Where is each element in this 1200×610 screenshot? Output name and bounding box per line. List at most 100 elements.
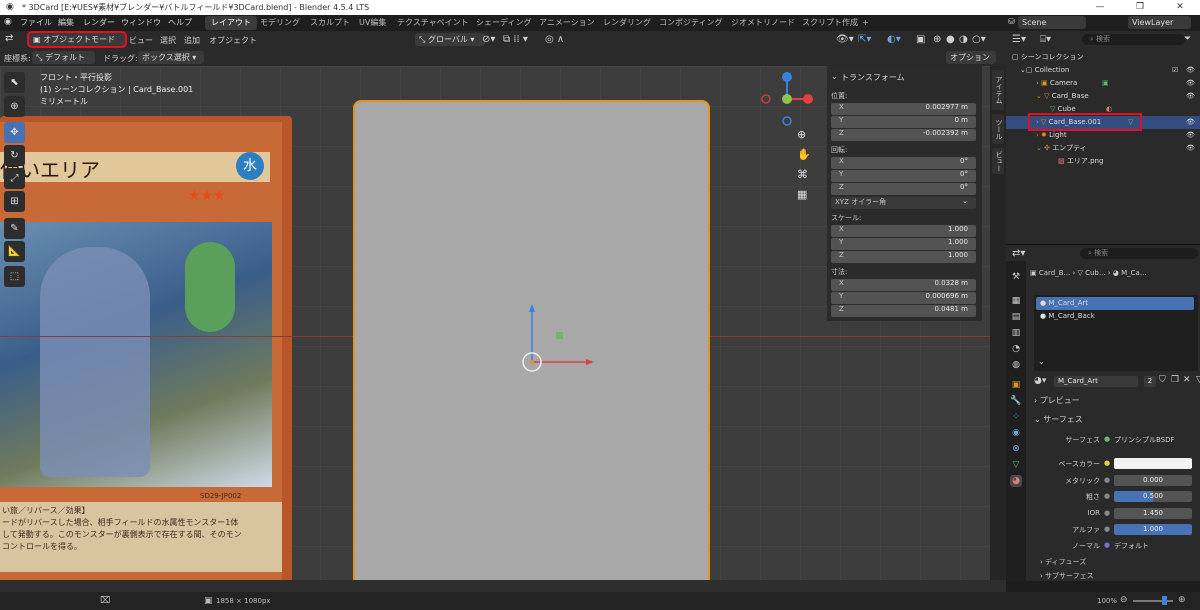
material-browse-icon[interactable]: ◕▾ (1034, 376, 1046, 386)
material-slot-back[interactable]: ● M_Card_Back (1036, 310, 1194, 323)
eye-icon[interactable]: 👁 (1186, 142, 1195, 155)
menu-edit[interactable]: 編集 (58, 17, 74, 28)
data-tab-icon[interactable]: ▽ (1010, 459, 1022, 471)
visibility-icon[interactable]: 👁▾ (836, 34, 854, 45)
location-y-field[interactable]: Y 0 m (831, 116, 976, 128)
xray-icon[interactable]: ▣ (916, 34, 925, 45)
diffuse-panel-header[interactable]: › ディフューズ (1040, 557, 1190, 569)
move-gizmo[interactable] (510, 296, 600, 376)
menu-file[interactable]: ファイル (20, 17, 52, 28)
pan-view-icon[interactable]: ✋ (797, 148, 811, 161)
menu-object[interactable]: オブジェクト (209, 35, 257, 46)
overlay-icon[interactable]: ◐▾ (887, 34, 901, 45)
material-tab-icon[interactable]: ◕ (1010, 475, 1022, 487)
transform-orientation-selector[interactable]: ⤡ グローバル ▾ (415, 33, 485, 46)
particles-tab-icon[interactable]: ⁘ (1010, 411, 1022, 423)
outliner-filter-icon[interactable]: ⏷ (1184, 34, 1191, 44)
dimension-z-field[interactable]: Z 0.0481 m (831, 305, 976, 317)
neg-x-axis-icon[interactable] (761, 94, 771, 104)
scene-tab-icon[interactable]: ◔ (1010, 343, 1022, 355)
rotation-mode-selector[interactable]: XYZ オイラー角 ⌄ (831, 197, 976, 209)
basecolor-swatch[interactable] (1114, 458, 1192, 469)
properties-type-icon[interactable]: ⇄▾ (1012, 248, 1025, 259)
outliner-row-light[interactable]: › ✹ Light 👁 (1006, 129, 1200, 142)
tab-rendering[interactable]: レンダリング (597, 16, 657, 30)
shading-wireframe-icon[interactable]: ⊕ (933, 34, 941, 45)
outliner-row-image[interactable]: ▨ エリア.png (1006, 155, 1200, 168)
eye-icon[interactable]: 👁 (1186, 90, 1195, 103)
rotation-z-field[interactable]: Z 0° (831, 183, 976, 195)
constraints-tab-icon[interactable]: ⊗ (1010, 443, 1022, 455)
close-button[interactable]: ✕ (1160, 0, 1200, 15)
move-tool-icon[interactable]: ✥ (4, 122, 25, 143)
modifier-tab-icon[interactable]: 🔧 (1010, 395, 1022, 407)
xz-plane-handle[interactable] (556, 332, 563, 339)
minimize-button[interactable]: — (1080, 0, 1120, 15)
tab-compositing[interactable]: コンポジティング (653, 16, 729, 30)
tab-geometry-nodes[interactable]: ジオメトリノード (725, 16, 801, 30)
menu-select[interactable]: 選択 (160, 35, 176, 46)
alpha-field[interactable]: 1.000 (1114, 524, 1192, 535)
view-layer-tab-icon[interactable]: ▥ (1010, 327, 1022, 339)
tab-animation[interactable]: アニメーション (533, 16, 601, 30)
measure-tool-icon[interactable]: 📐 (4, 241, 25, 262)
roughness-field[interactable]: 0.500 (1114, 491, 1192, 502)
rotation-x-field[interactable]: X 0° (831, 157, 976, 169)
eye-icon[interactable]: 👁 (1186, 77, 1195, 90)
editor-type-icon[interactable]: ⇄ (5, 33, 13, 44)
zoom-out-icon[interactable]: ⊖ (1120, 595, 1128, 605)
unlink-icon[interactable]: ✕ (1183, 375, 1191, 385)
coord-selector[interactable]: ⤡ デフォルト ▾ (32, 51, 95, 75)
surface-panel-header[interactable]: ⌄ サーフェス (1034, 414, 1198, 428)
eye-icon[interactable]: 👁 (1186, 64, 1195, 77)
menu-view[interactable]: ビュー (129, 35, 153, 46)
tab-view[interactable]: ビュー (992, 148, 1004, 174)
material-users-count[interactable]: 2 (1144, 376, 1156, 387)
neg-z-axis-icon[interactable] (782, 116, 792, 126)
material-name-field[interactable]: M_Card_Art (1054, 376, 1138, 387)
viewlayer-selector[interactable]: ViewLayer (1128, 16, 1191, 29)
proportional-edit-icon[interactable]: ◎ ∧ (545, 34, 564, 45)
pivot-icon[interactable]: ⊘▾ (482, 34, 495, 45)
checkbox-icon[interactable]: ☑ (1172, 64, 1178, 77)
tab-sculpt[interactable]: スカルプト (304, 16, 356, 30)
navigation-gizmo[interactable] (758, 71, 818, 131)
outliner-row-scene-collection[interactable]: ▢ シーンコレクション (1006, 51, 1200, 64)
filter-icon[interactable]: ⌸▾ (1040, 34, 1051, 45)
gizmo-icon[interactable]: ⇱▾ (858, 34, 871, 45)
zoom-slider[interactable] (1133, 600, 1173, 602)
x-axis-icon[interactable] (803, 94, 813, 104)
tab-modeling[interactable]: モデリング (254, 16, 306, 30)
tab-tool[interactable]: ツール (992, 114, 1004, 144)
slot-list-handle-icon[interactable]: ⌄ (1038, 357, 1045, 366)
zoom-slider-handle[interactable] (1162, 596, 1167, 605)
tab-uv-editing[interactable]: UV編集 (353, 16, 392, 30)
tab-texture-paint[interactable]: テクスチャペイント (391, 16, 475, 30)
material-slot-art[interactable]: ● M_Card_Art (1036, 297, 1194, 310)
add-cube-tool-icon[interactable]: ⬚ (4, 266, 25, 287)
tab-shading[interactable]: シェーディング (470, 16, 537, 30)
z-arrowhead-icon[interactable] (529, 304, 535, 312)
scene-selector[interactable]: Scene (1018, 16, 1086, 29)
menu-add[interactable]: 追加 (184, 35, 200, 46)
rotate-tool-icon[interactable]: ↻ (4, 145, 25, 166)
mode-selector[interactable]: ▣ オブジェクトモード ▾ (27, 31, 127, 57)
outliner-row-empty[interactable]: ⌄ ✣ エンプティ 👁 (1006, 142, 1200, 155)
zoom-in-icon[interactable]: ⊕ (1178, 595, 1186, 605)
physics-tab-icon[interactable]: ◉ (1010, 427, 1022, 439)
menu-render[interactable]: レンダー (83, 17, 115, 28)
menu-help[interactable]: ヘルプ (168, 17, 192, 28)
grid-view-icon[interactable]: ▦ (797, 188, 807, 201)
3d-viewport[interactable]: 使いエリア 水 ★★★ SD29-JP002 い旅／リバース／効果】 ードがリバ… (0, 66, 990, 580)
scale-z-field[interactable]: Z 1.000 (831, 251, 976, 263)
annotate-tool-icon[interactable]: ✎ (4, 218, 25, 239)
dimension-x-field[interactable]: X 0.0328 m (831, 279, 976, 291)
outliner-row-camera[interactable]: › ▣ Camera ▣ 👁 (1006, 77, 1200, 90)
y-axis-icon[interactable] (782, 94, 792, 104)
scale-x-field[interactable]: X 1.000 (831, 225, 976, 237)
cursor-tool-icon[interactable]: ⊕ (4, 96, 25, 117)
output-tab-icon[interactable]: ▤ (1010, 311, 1022, 323)
metallic-field[interactable]: 0.000 (1114, 475, 1192, 486)
camera-view-icon[interactable]: ⌘ (797, 168, 808, 181)
outliner-type-icon[interactable]: ☰▾ (1012, 34, 1026, 45)
